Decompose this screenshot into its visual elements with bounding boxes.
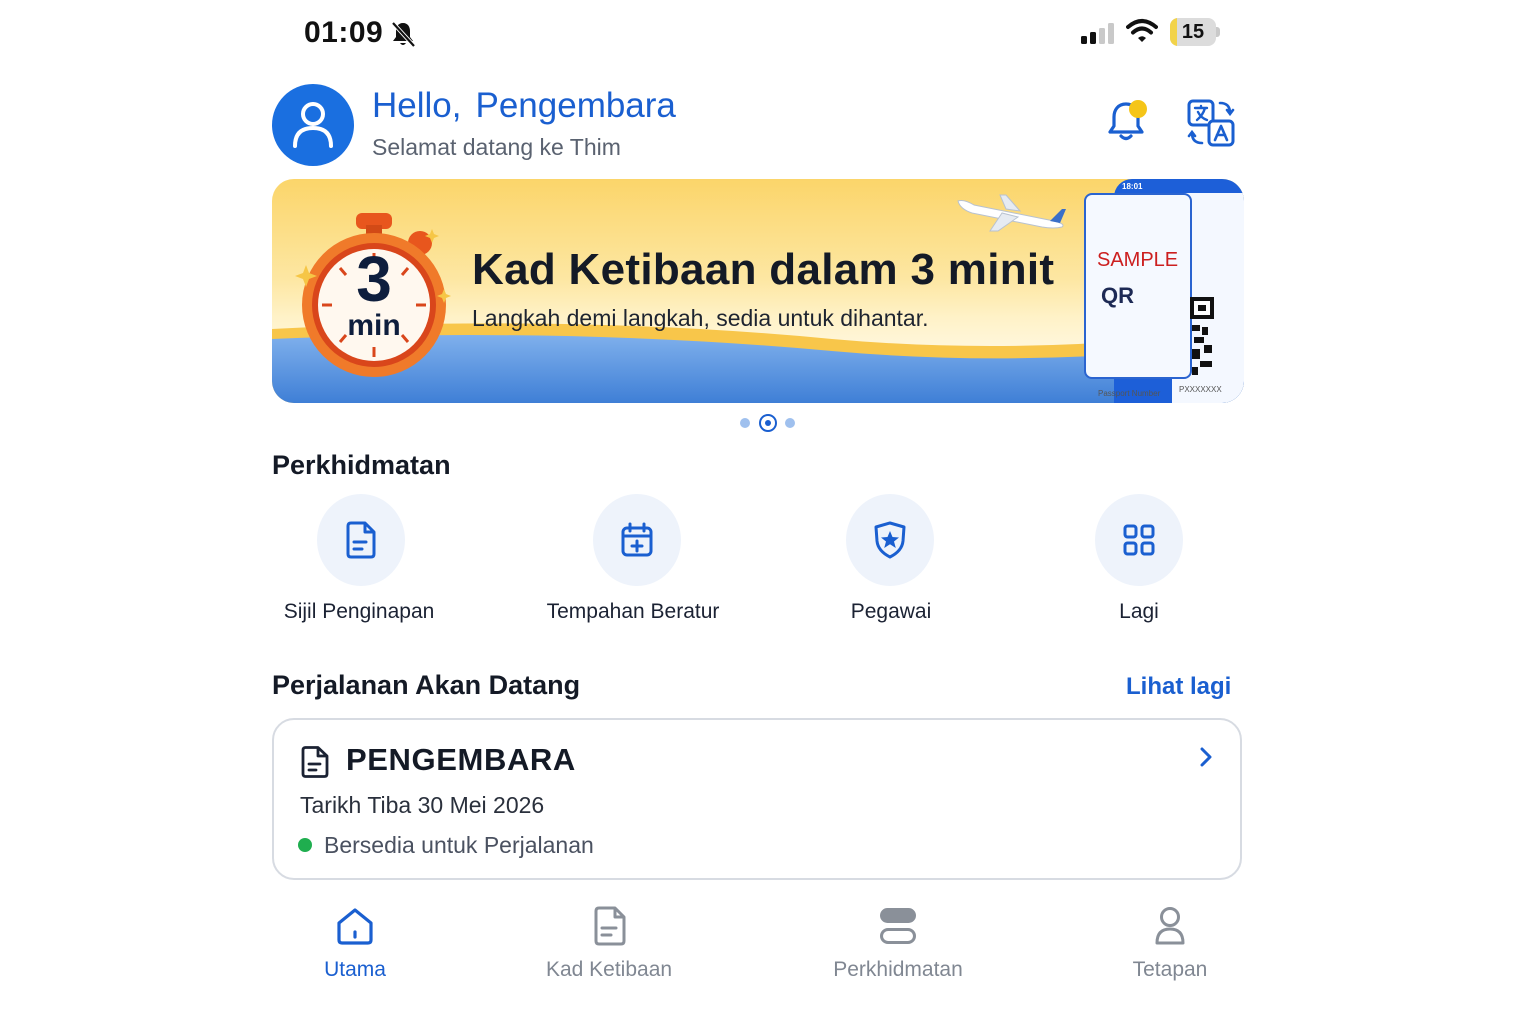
badge-star-icon [874, 521, 906, 559]
service-label: Lagi [1119, 600, 1159, 623]
status-dot [298, 838, 312, 852]
notification-dot [1129, 100, 1147, 118]
notification-bell-icon[interactable] [1104, 98, 1152, 146]
passport-label: Passport Number [1098, 389, 1161, 398]
service-label: Sijil Penginapan [283, 600, 435, 623]
grid-icon [1123, 524, 1155, 556]
services-title: Perkhidmatan [272, 450, 451, 480]
banner-title: Kad Ketibaan dalam 3 minit [472, 245, 1055, 294]
upcoming-trips-title: Perjalanan Akan Datang [272, 670, 581, 700]
timer-number: 3 [356, 243, 392, 315]
banner-subtitle: Langkah demi langkah, sedia untuk dihant… [472, 305, 929, 331]
avatar[interactable] [272, 84, 354, 166]
services-icon[interactable] [878, 906, 918, 946]
chevron-right-icon[interactable] [1196, 744, 1216, 770]
service-label: Pegawai [850, 600, 932, 623]
welcome-subtitle: Selamat datang ke Thim [372, 134, 621, 160]
battery-indicator: 15 [1170, 18, 1220, 46]
user-icon [293, 102, 333, 148]
person-icon[interactable] [1153, 906, 1187, 946]
cellular-signal-icon [1081, 23, 1114, 44]
document-icon [346, 521, 376, 559]
status-time: 01:09 [304, 16, 384, 49]
bell-off-icon [391, 21, 416, 48]
nav-label[interactable]: Tetapan [1133, 958, 1208, 982]
greeting: Hello, Pengembara [372, 86, 676, 126]
timer-unit: min [347, 309, 401, 342]
promo-banner[interactable]: 3 min Kad Ketibaan dalam 3 minit Langkah… [272, 179, 1244, 403]
card-icon[interactable] [592, 906, 628, 946]
service-label: Tempahan Beratur [546, 600, 720, 623]
home-icon[interactable] [335, 906, 375, 946]
nav-label[interactable]: Utama [324, 958, 386, 982]
sample-label: SAMPLE [1097, 249, 1179, 271]
battery-level-text: 15 [1181, 21, 1205, 43]
carousel-dot-active[interactable] [759, 414, 777, 432]
carousel-dot[interactable] [740, 418, 750, 428]
status-bar: 01:09 15 [0, 0, 1536, 70]
carousel-dot[interactable] [785, 418, 795, 428]
three-minute-timer: 3 min [294, 209, 454, 379]
trip-arrival-date: Tarikh Tiba 30 Mei 2026 [300, 792, 545, 818]
qr-label: QR [1101, 283, 1134, 308]
trip-card[interactable]: PENGEMBARA Tarikh Tiba 30 Mei 2026 Berse… [272, 718, 1242, 880]
trip-status: Bersedia untuk Perjalanan [324, 832, 594, 858]
wifi-icon [1126, 19, 1158, 42]
trip-traveler-name: PENGEMBARA [346, 742, 576, 777]
calendar-plus-icon [621, 522, 653, 557]
translate-icon[interactable] [1186, 98, 1236, 148]
see-more-link[interactable]: Lihat lagi [1126, 673, 1231, 701]
phone-time: 18:01 [1122, 182, 1143, 191]
carousel-indicator[interactable] [740, 414, 800, 432]
qr-code-icon [1190, 297, 1214, 375]
greeting-name: Pengembara [475, 86, 676, 125]
greeting-hello: Hello, [372, 86, 462, 125]
passport-value: PXXXXXXX [1179, 385, 1222, 394]
nav-label[interactable]: Perkhidmatan [833, 958, 963, 982]
nav-label[interactable]: Kad Ketibaan [546, 958, 672, 982]
airplane-icon [957, 194, 1066, 232]
document-icon [301, 746, 329, 778]
